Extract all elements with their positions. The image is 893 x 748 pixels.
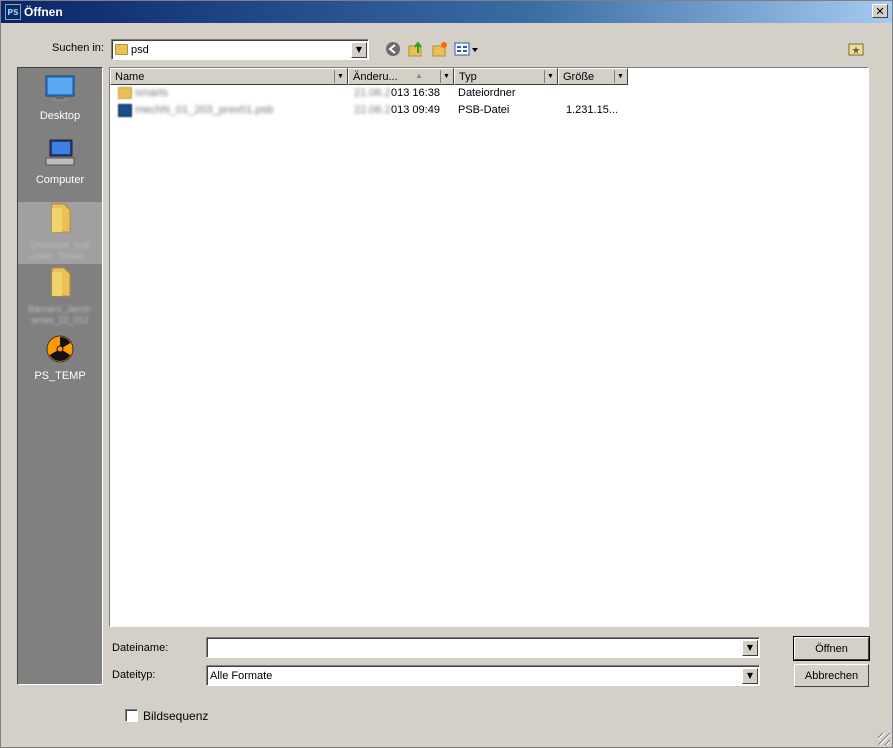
folder-icon (115, 44, 128, 55)
place-label: Desktop (39, 110, 81, 122)
file-type: Dateiordner (458, 87, 516, 99)
look-in-value: psd (131, 43, 149, 56)
file-size: 1.231.15... (566, 104, 618, 116)
image-sequence-label: Bildsequenz (143, 709, 209, 723)
file-name: smarts (135, 87, 168, 99)
cancel-button[interactable]: Abbrechen (794, 664, 869, 687)
column-header-name[interactable]: Name ▼ (110, 68, 348, 85)
place-ps-temp[interactable]: PS_TEMP (18, 334, 102, 382)
column-label: Typ (459, 70, 477, 83)
cancel-button-label: Abbrechen (804, 669, 859, 682)
place-label: Computer (35, 174, 85, 186)
open-button-label: Öffnen (815, 642, 848, 655)
look-in-label: Suchen in: (52, 42, 104, 54)
place-label: Chevrolet_Sub urban_Tahoe... (29, 240, 91, 261)
file-date-prefix: 22.06.2 (354, 104, 391, 116)
file-date-prefix: 21.06.2 (354, 87, 391, 99)
file-date: 013 16:38 (391, 87, 440, 99)
table-row[interactable]: mechN_01_203_prev01.psb 22.06.2 013 09:4… (110, 102, 868, 119)
window-title: Öffnen (24, 5, 63, 19)
filename-input[interactable]: ▼ (206, 637, 760, 658)
filetype-label: Dateityp: (112, 669, 156, 681)
place-label: Banners_Jarott- amas_12_012 (27, 304, 93, 325)
places-bar: Desktop Computer Chevrolet_Sub urban_Tah… (17, 67, 103, 685)
place-computer[interactable]: Computer (18, 138, 102, 186)
psb-file-icon (118, 104, 132, 117)
column-label: Name (115, 70, 145, 83)
computer-icon (45, 139, 75, 166)
photoshop-icon: PS (5, 4, 21, 20)
filetype-dropdown[interactable]: Alle Formate ▼ (206, 665, 760, 686)
table-row[interactable]: smarts 21.06.2 013 16:38 Dateiordner (110, 85, 868, 102)
place-folder-1[interactable]: Chevrolet_Sub urban_Tahoe... (18, 202, 102, 264)
chevron-down-icon[interactable]: ▼ (614, 70, 626, 83)
chevron-down-icon[interactable]: ▼ (334, 70, 346, 83)
chevron-down-icon[interactable]: ▼ (742, 667, 758, 684)
look-in-dropdown[interactable]: psd ▼ (111, 39, 369, 60)
close-icon: ✕ (875, 4, 885, 18)
place-folder-2[interactable]: Banners_Jarott- amas_12_012 (18, 266, 102, 328)
new-folder-button[interactable] (431, 40, 449, 58)
folder-icon (51, 267, 71, 297)
resize-grip[interactable] (878, 733, 890, 745)
image-sequence-checkbox[interactable] (125, 709, 138, 722)
radioactive-icon (46, 335, 74, 363)
column-header-modified[interactable]: Änderu... ▲ ▼ (348, 68, 454, 85)
place-desktop[interactable]: Desktop (18, 74, 102, 122)
file-name: mechN_01_203_prev01.psb (135, 104, 274, 116)
up-folder-button[interactable] (407, 40, 425, 58)
favorite-folder-icon (848, 43, 864, 56)
file-date: 013 09:49 (391, 104, 440, 116)
column-label: Größe (563, 70, 595, 83)
close-button[interactable]: ✕ (872, 4, 888, 18)
new-folder-icon (432, 42, 447, 57)
filename-label: Dateiname: (112, 642, 169, 654)
title-bar[interactable]: PS Öffnen ✕ (1, 1, 892, 23)
column-label: Änderu... (353, 70, 398, 83)
folder-icon (51, 203, 71, 233)
chevron-down-icon[interactable]: ▼ (351, 41, 367, 58)
back-button[interactable] (384, 40, 402, 58)
chevron-down-icon[interactable]: ▼ (742, 639, 758, 656)
view-menu-icon (454, 42, 478, 56)
file-list[interactable]: Name ▼ Änderu... ▲ ▼ Typ ▼ Größe ▼ smart… (109, 67, 869, 627)
folder-icon (118, 87, 132, 99)
file-type: PSB-Datei (458, 104, 510, 116)
column-header-type[interactable]: Typ ▼ (454, 68, 558, 85)
desktop-icon (45, 75, 75, 101)
chevron-down-icon[interactable]: ▼ (440, 70, 452, 83)
open-dialog: PS Öffnen ✕ Suchen in: psd ▼ Desktop Com… (0, 0, 893, 748)
place-label: PS_TEMP (34, 370, 86, 382)
column-header-size[interactable]: Größe ▼ (558, 68, 628, 85)
view-menu-button[interactable] (454, 40, 480, 58)
sort-ascending-icon: ▲ (415, 71, 423, 80)
chevron-down-icon[interactable]: ▼ (544, 70, 556, 83)
filetype-value: Alle Formate (210, 669, 273, 682)
back-icon (386, 42, 400, 56)
favorite-folder-button[interactable] (847, 40, 865, 58)
open-button[interactable]: Öffnen (793, 636, 870, 661)
up-folder-icon (408, 41, 422, 57)
